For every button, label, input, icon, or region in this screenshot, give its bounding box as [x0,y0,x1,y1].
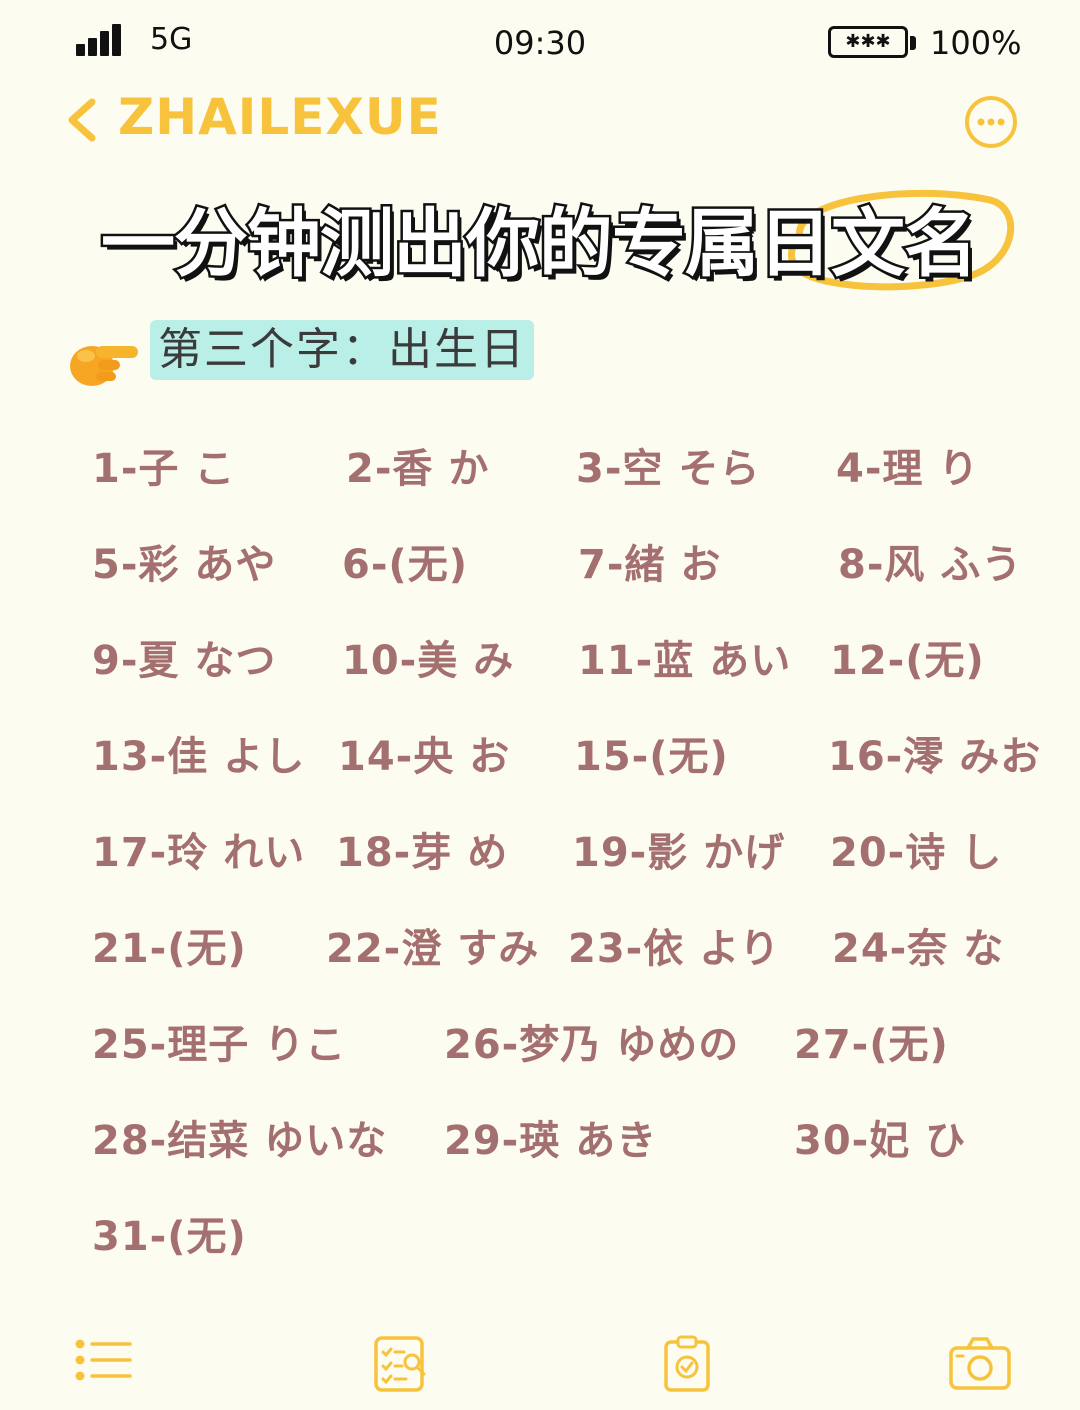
more-dots-icon[interactable] [964,95,1018,149]
list-item: 5-彩 あや [92,542,277,588]
list-item: 14-央 お [338,734,511,780]
checklist-search-icon[interactable] [370,1334,434,1394]
list-item: 26-梦乃 ゆめの [444,1022,740,1068]
status-bar: 5G 09:30 ✱✱✱ 100% [0,0,1080,84]
list-item: 8-风 ふう [838,542,1023,588]
list-item: 17-玲 れい [92,830,306,876]
status-time: 09:30 [493,24,587,62]
list-item: 16-澪 みお [828,734,1042,780]
list-item: 4-理 り [836,446,980,492]
chevron-left-icon[interactable] [62,92,106,148]
list-item: 28-结菜 ゆいな [92,1118,388,1164]
list-item: 23-依 より [568,926,781,972]
list-item: 13-佳 よし [92,734,306,780]
battery-cap [910,36,916,50]
list-icon[interactable] [72,1334,136,1394]
list-item: 30-妃 ひ [794,1118,967,1164]
battery-percent: 100% [930,24,1022,62]
list-item: 7-緒 お [578,542,722,588]
list-item: 2-香 か [346,446,490,492]
list-item: 22-澄 すみ [326,926,540,972]
list-item: 9-夏 なつ [92,638,277,684]
list-item: 6-(无) [342,542,468,588]
app-title: ZHAILEXUE [118,88,442,146]
battery-icon: ✱✱✱ [828,26,908,58]
list-item: 15-(无) [574,734,729,780]
list-item: 29-瑛 あき [444,1118,658,1164]
list-item: 3-空 そら [576,446,761,492]
section-label: 第三个字：出生日 [150,320,534,380]
list-item: 19-影 かげ [572,830,786,876]
list-item: 27-(无) [794,1022,949,1068]
clipboard-check-icon[interactable] [656,1334,720,1394]
list-item: 10-美 み [342,638,515,684]
camera-icon[interactable] [948,1334,1012,1394]
list-item: 21-(无) [92,926,247,972]
list-item: 11-蓝 あい [578,638,792,684]
list-item: 20-诗 し [830,830,1003,876]
list-item: 12-(无) [830,638,985,684]
pointing-hand-icon [68,330,140,392]
list-item: 24-奈 な [832,926,1005,972]
list-item: 25-理子 りこ [92,1022,347,1068]
headline-block: 一分钟测出你的专属日文名 [0,178,1080,291]
headline-title: 一分钟测出你的专属日文名 [99,199,981,290]
list-item: 18-芽 め [336,830,509,876]
list-item: 1-子 こ [92,446,236,492]
list-item: 31-(无) [92,1214,247,1260]
